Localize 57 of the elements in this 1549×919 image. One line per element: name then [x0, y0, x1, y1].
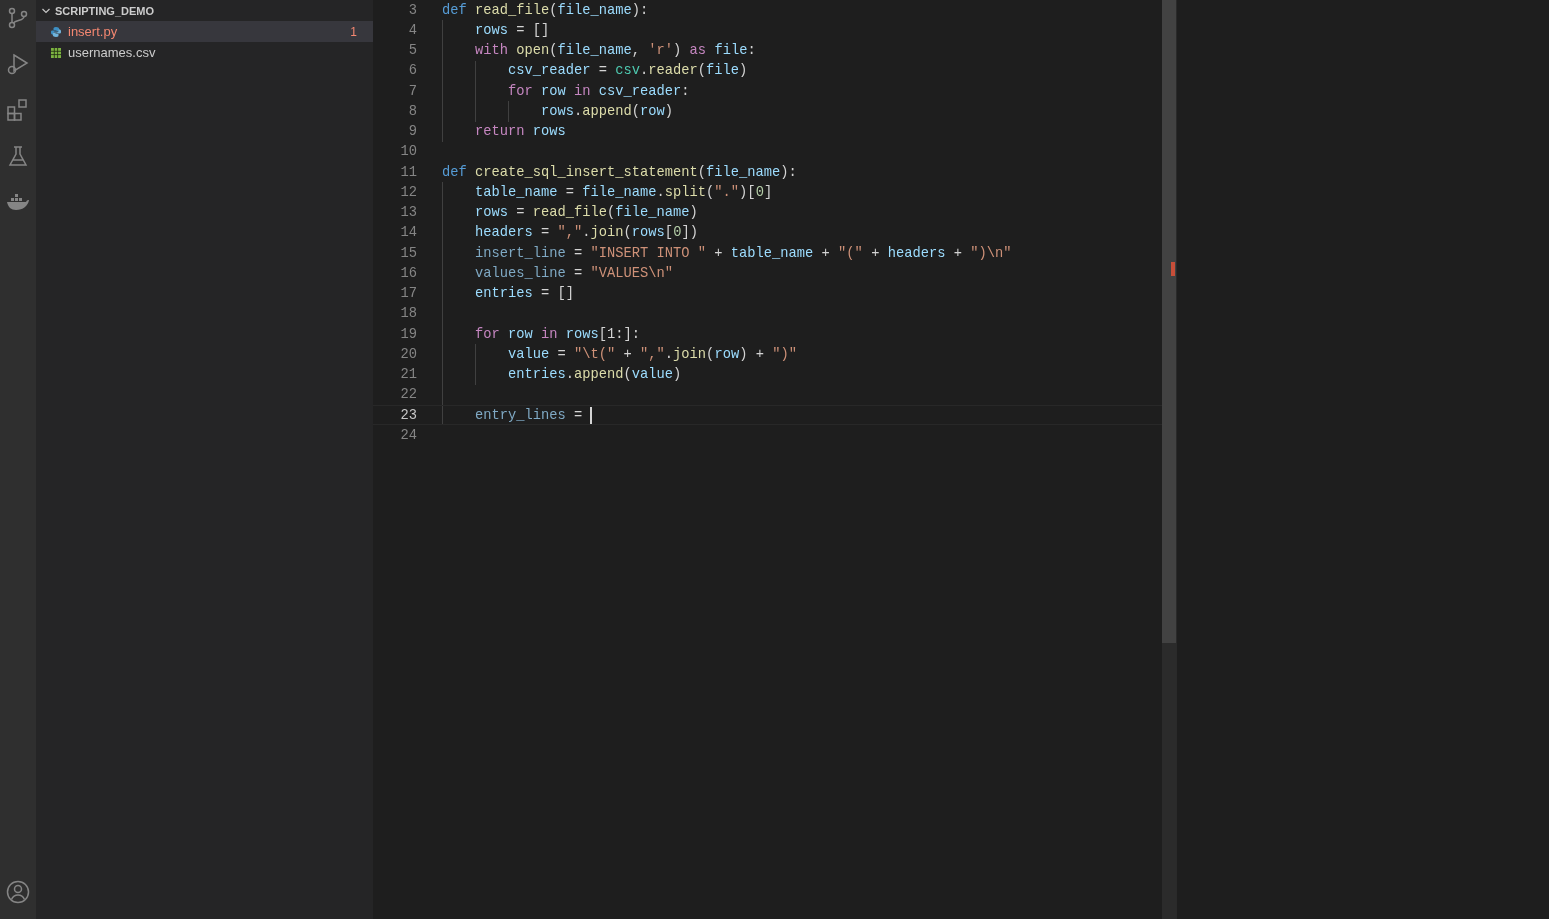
error-marker — [1171, 262, 1175, 276]
folder-header[interactable]: SCRIPTING_DEMO — [36, 0, 373, 21]
line-number: 20 — [399, 346, 417, 362]
line-number: 17 — [399, 286, 417, 302]
file-item[interactable]: usernames.csv — [36, 42, 373, 63]
code-line: rows = read_file(file_name) — [475, 205, 698, 221]
line-number: 3 — [407, 2, 417, 18]
code-line: with open(file_name, 'r') as file: — [475, 43, 756, 59]
table-file-icon — [50, 46, 62, 59]
problem-count: 1 — [350, 24, 357, 39]
line-number: 4 — [407, 22, 417, 38]
code-line: entry_lines = — [475, 407, 583, 423]
extensions-icon[interactable] — [6, 98, 30, 122]
code-line: for row in rows[1:]: — [475, 326, 641, 342]
line-number: 11 — [399, 164, 417, 180]
code-line: csv_reader = csv.reader(file) — [508, 63, 748, 79]
code-line: insert_line = "INSERT INTO " + table_name + "(" + headers + ")\n" — [475, 245, 1012, 261]
scrollbar-thumb[interactable] — [1162, 0, 1176, 643]
file-name: usernames.csv — [68, 45, 157, 60]
source-control-icon[interactable] — [6, 6, 30, 30]
code-line: rows.append(row) — [541, 103, 674, 119]
flask-icon[interactable] — [6, 144, 30, 168]
code-line: for row in csv_reader: — [508, 83, 690, 99]
line-number: 14 — [399, 225, 417, 241]
line-number: 16 — [399, 265, 417, 281]
code-line: def read_file(file_name): — [442, 2, 649, 18]
file-item[interactable]: insert.py 1 — [36, 21, 373, 42]
line-number: 18 — [399, 306, 417, 322]
code-line: entries.append(value) — [508, 367, 682, 383]
line-number: 9 — [407, 124, 417, 140]
code-line: headers = ",".join(rows[0]) — [475, 225, 698, 241]
line-number: 13 — [399, 205, 417, 221]
python-file-icon — [50, 25, 62, 38]
code-line: def create_sql_insert_statement(file_name): — [442, 164, 797, 180]
line-number: 6 — [407, 63, 417, 79]
line-number: 8 — [407, 103, 417, 119]
line-number: 23 — [399, 407, 417, 423]
line-number: 7 — [407, 83, 417, 99]
code-line: entries = [] — [475, 286, 575, 302]
line-number: 12 — [399, 184, 417, 200]
line-number: 21 — [399, 367, 417, 383]
line-number: 22 — [399, 387, 417, 403]
account-icon[interactable] — [6, 880, 30, 904]
line-number: 24 — [399, 427, 417, 443]
line-number: 15 — [399, 245, 417, 261]
line-number: 19 — [399, 326, 417, 342]
code-line: table_name = file_name.split(".")[0] — [475, 184, 773, 200]
text-cursor — [590, 406, 593, 424]
run-debug-icon[interactable] — [6, 52, 30, 76]
folder-name: SCRIPTING_DEMO — [55, 4, 154, 17]
file-name: insert.py — [68, 24, 119, 39]
code-line: return rows — [475, 124, 566, 140]
code-line: rows = [] — [475, 22, 550, 38]
line-number: 5 — [407, 43, 417, 59]
code-line: value = "\t(" + ",".join(row) + ")" — [508, 346, 797, 362]
code-line: values_line = "VALUES\n" — [475, 265, 674, 281]
line-number: 10 — [399, 144, 417, 160]
